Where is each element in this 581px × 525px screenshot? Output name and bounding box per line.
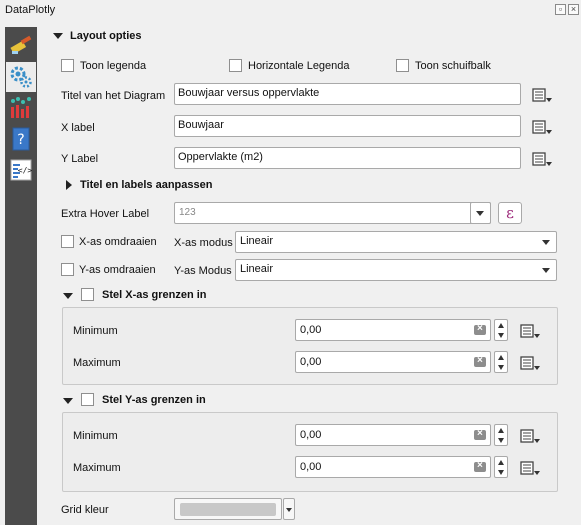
y-bounds-group: Minimum 0,00 Maximum 0,00 bbox=[62, 412, 558, 492]
diagram-title-label: Titel van het Diagram bbox=[61, 90, 166, 102]
diagram-title-input[interactable]: Bouwjaar versus oppervlakte bbox=[174, 83, 521, 105]
svg-text:?: ? bbox=[17, 132, 24, 148]
x-mode-select[interactable]: Lineair bbox=[235, 231, 557, 253]
hover-placeholder: 123 bbox=[179, 207, 196, 218]
sidebar-item-html[interactable]: </> bbox=[6, 155, 36, 185]
sidebar-item-plot[interactable] bbox=[6, 93, 36, 123]
y-bounds-checkbox[interactable] bbox=[81, 393, 94, 406]
window-title: DataPlotly bbox=[5, 4, 56, 16]
collapse-arrow-icon[interactable] bbox=[63, 398, 73, 404]
settings-panel: Layout opties Toon legenda Horizontale L… bbox=[43, 22, 581, 525]
section-x-bounds[interactable]: Stel X-as grenzen in bbox=[102, 289, 207, 301]
extra-hover-combo[interactable]: 123 bbox=[174, 202, 518, 224]
y-mode-label: Y-as Modus bbox=[174, 265, 232, 277]
x-min-value: 0,00 bbox=[300, 324, 322, 336]
grid-color-button[interactable] bbox=[174, 498, 282, 520]
y-label-label: Y Label bbox=[61, 153, 99, 165]
y-max-label: Maximum bbox=[73, 462, 121, 474]
data-defined-override-icon[interactable] bbox=[518, 425, 542, 447]
data-defined-override-icon[interactable] bbox=[518, 457, 542, 479]
section-y-bounds[interactable]: Stel Y-as grenzen in bbox=[102, 394, 206, 406]
y-max-stepper[interactable] bbox=[494, 456, 508, 478]
x-mode-label: X-as modus bbox=[174, 237, 233, 249]
collapse-arrow-icon[interactable] bbox=[53, 33, 63, 39]
clear-icon[interactable] bbox=[474, 460, 486, 472]
svg-text:</>: </> bbox=[18, 166, 33, 175]
float-button[interactable]: ▫ bbox=[555, 4, 566, 15]
collapse-arrow-icon[interactable] bbox=[63, 293, 73, 299]
sidebar-item-style[interactable] bbox=[6, 31, 36, 61]
y-invert-checkbox[interactable] bbox=[61, 263, 74, 276]
y-min-label: Minimum bbox=[73, 430, 118, 442]
y-min-spinbox[interactable]: 0,00 bbox=[295, 424, 491, 446]
data-defined-override-icon[interactable] bbox=[518, 320, 542, 342]
toon-legenda-checkbox[interactable] bbox=[61, 59, 74, 72]
expression-button[interactable]: ε bbox=[498, 202, 522, 224]
extra-hover-label: Extra Hover Label bbox=[61, 208, 150, 220]
expand-arrow-icon[interactable] bbox=[66, 180, 72, 190]
y-max-value: 0,00 bbox=[300, 461, 322, 473]
horizontale-legenda-label: Horizontale Legenda bbox=[248, 60, 350, 72]
x-max-stepper[interactable] bbox=[494, 351, 508, 373]
y-min-stepper[interactable] bbox=[494, 424, 508, 446]
x-bounds-checkbox[interactable] bbox=[81, 288, 94, 301]
y-invert-label: Y-as omdraaien bbox=[79, 264, 156, 276]
x-max-label: Maximum bbox=[73, 357, 121, 369]
x-min-stepper[interactable] bbox=[494, 319, 508, 341]
y-min-value: 0,00 bbox=[300, 429, 322, 441]
data-defined-override-icon[interactable] bbox=[518, 352, 542, 374]
data-defined-override-icon[interactable] bbox=[530, 116, 554, 138]
toon-schuifbalk-label: Toon schuifbalk bbox=[415, 60, 491, 72]
x-min-label: Minimum bbox=[73, 325, 118, 337]
sidebar-item-settings[interactable] bbox=[6, 62, 36, 92]
x-max-spinbox[interactable]: 0,00 bbox=[295, 351, 491, 373]
x-label-input[interactable]: Bouwjaar bbox=[174, 115, 521, 137]
toon-schuifbalk-checkbox[interactable] bbox=[396, 59, 409, 72]
section-titles-labels[interactable]: Titel en labels aanpassen bbox=[80, 179, 212, 191]
x-invert-label: X-as omdraaien bbox=[79, 236, 157, 248]
y-mode-value: Lineair bbox=[240, 263, 274, 275]
x-bounds-group: Minimum 0,00 Maximum 0,00 bbox=[62, 307, 558, 385]
sidebar-item-help[interactable]: ? bbox=[6, 124, 36, 154]
grid-color-swatch bbox=[180, 503, 276, 516]
x-invert-checkbox[interactable] bbox=[61, 235, 74, 248]
y-mode-select[interactable]: Lineair bbox=[235, 259, 557, 281]
hover-dropdown-button[interactable] bbox=[470, 202, 491, 224]
section-layout-options[interactable]: Layout opties bbox=[70, 30, 142, 42]
title-bar: DataPlotly ▫ × bbox=[0, 0, 581, 22]
close-button[interactable]: × bbox=[568, 4, 579, 15]
data-defined-override-icon[interactable] bbox=[530, 148, 554, 170]
x-mode-value: Lineair bbox=[240, 235, 274, 247]
y-max-spinbox[interactable]: 0,00 bbox=[295, 456, 491, 478]
sidebar: ? </> bbox=[5, 27, 37, 525]
x-label-label: X label bbox=[61, 122, 95, 134]
grid-color-label: Grid kleur bbox=[61, 504, 109, 516]
clear-icon[interactable] bbox=[474, 323, 486, 335]
horizontale-legenda-checkbox[interactable] bbox=[229, 59, 242, 72]
grid-color-dropdown[interactable] bbox=[283, 498, 295, 520]
x-max-value: 0,00 bbox=[300, 356, 322, 368]
x-min-spinbox[interactable]: 0,00 bbox=[295, 319, 491, 341]
toon-legenda-label: Toon legenda bbox=[80, 60, 147, 72]
clear-icon[interactable] bbox=[474, 355, 486, 367]
y-label-input[interactable]: Oppervlakte (m2) bbox=[174, 147, 521, 169]
data-defined-override-icon[interactable] bbox=[530, 84, 554, 106]
clear-icon[interactable] bbox=[474, 428, 486, 440]
